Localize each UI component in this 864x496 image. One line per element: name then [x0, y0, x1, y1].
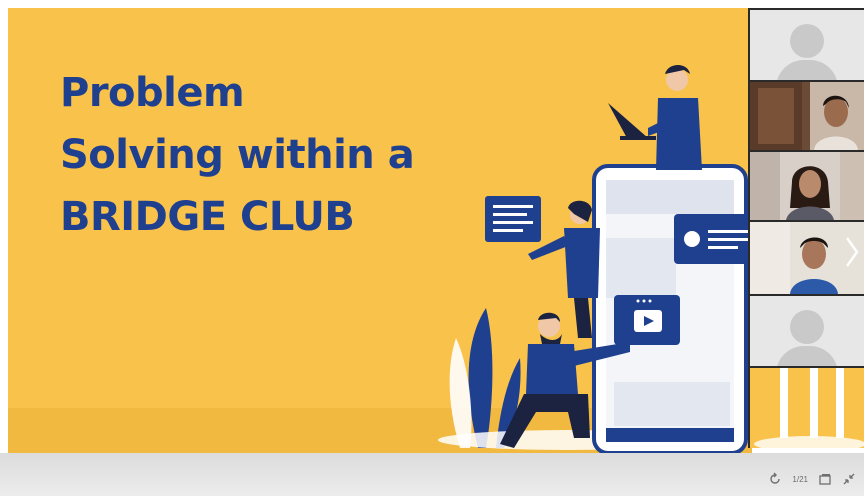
participant-tile-3[interactable] — [750, 152, 864, 220]
page-indicator: 1/21 — [792, 474, 808, 484]
person-laptop-illustration — [608, 65, 702, 170]
chevron-right-icon[interactable] — [842, 232, 862, 272]
participant-video-icon — [750, 152, 864, 220]
refresh-icon[interactable] — [768, 472, 782, 486]
slide-illustration — [438, 65, 752, 453]
participant-tile-1[interactable] — [750, 10, 864, 80]
participant-strip — [748, 8, 864, 452]
slide: Problem Solving within a BRIDGE CLUB — [8, 8, 752, 453]
participant-tile-5[interactable] — [750, 296, 864, 366]
user-avatar-body — [776, 60, 838, 80]
document-card-icon — [485, 196, 541, 242]
presentation-window: Problem Solving within a BRIDGE CLUB 1/2… — [0, 0, 864, 496]
user-avatar-icon — [790, 24, 824, 58]
slide-overflow — [750, 368, 864, 452]
bottom-toolbar — [0, 453, 864, 496]
collapse-icon[interactable] — [842, 472, 856, 486]
user-avatar-icon — [790, 310, 824, 344]
plant-illustration — [754, 368, 864, 452]
layout-icon[interactable] — [818, 472, 832, 486]
participant-video-icon — [750, 82, 864, 150]
video-play-icon — [614, 295, 680, 345]
user-avatar-body — [776, 346, 838, 366]
presentation-controls: 1/21 — [768, 470, 856, 488]
participant-tile-2[interactable] — [750, 82, 864, 150]
profile-card-icon — [674, 214, 752, 264]
